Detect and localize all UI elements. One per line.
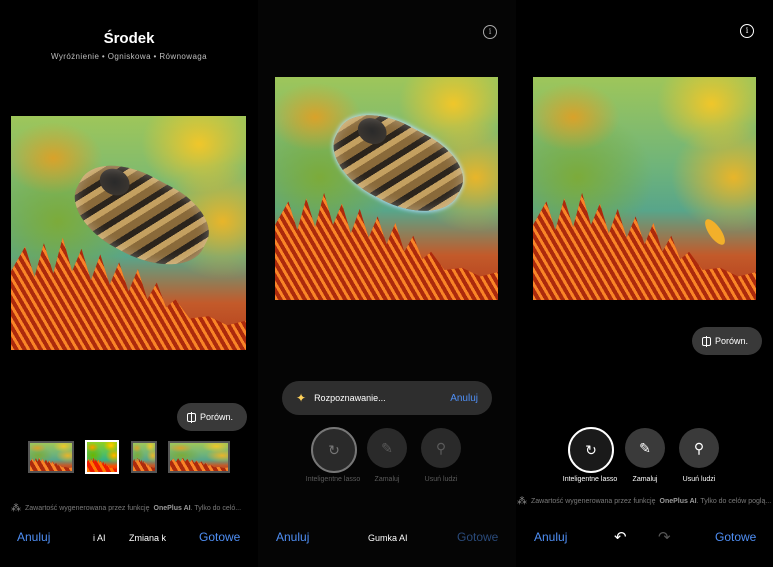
- ai-disclaimer: ⁂ Zawartość wygenerowana przez funkcję O…: [11, 503, 257, 514]
- compare-label: Porówn.: [715, 336, 749, 346]
- remove-people-icon: ⚲: [435, 439, 447, 456]
- screen-title: Gumka AI: [368, 533, 408, 543]
- cancel-button[interactable]: Anuluj: [534, 530, 567, 546]
- paint-over-icon: ✎: [639, 439, 651, 456]
- paint-over-button[interactable]: ✎: [625, 428, 665, 468]
- ai-eraser-recognizing-panel: i ✦ Rozpoznawanie... Anuluj ↻ Inteligent…: [258, 0, 516, 567]
- disclaimer-suffix: . Tylko do celó...: [190, 505, 242, 512]
- ai-sparkle-icon: ⁂: [11, 503, 21, 514]
- remove-people-label: Usuń ludzi: [682, 476, 716, 483]
- recognizing-label: Rozpoznawanie...: [314, 393, 386, 403]
- effect-subtitle: Wyróżnienie • Ogniskowa • Równowaga: [50, 52, 208, 61]
- redo-icon[interactable]: ↷: [658, 528, 671, 546]
- disclaimer-prefix: Zawartość wygenerowana przez funkcję: [531, 498, 656, 505]
- paint-over-label: Zamaluj: [632, 476, 658, 483]
- thumbnail-4[interactable]: [168, 441, 230, 473]
- disclaimer-brand: OnePlus AI: [659, 498, 697, 505]
- paint-over-button[interactable]: ✎: [367, 428, 407, 468]
- smart-lasso-button[interactable]: ↻: [568, 427, 614, 473]
- tab-ai[interactable]: i AI: [93, 533, 106, 549]
- thumbnail-1[interactable]: [28, 441, 74, 473]
- edited-photo: [11, 116, 246, 350]
- source-photo: [275, 77, 498, 300]
- cancel-button[interactable]: Anuluj: [17, 530, 50, 546]
- done-button-disabled[interactable]: Gotowe: [457, 530, 498, 546]
- compare-button[interactable]: Porówn.: [177, 403, 247, 431]
- done-button[interactable]: Gotowe: [199, 530, 240, 546]
- thumbnail-2[interactable]: [85, 440, 119, 474]
- paint-over-icon: ✎: [381, 439, 393, 456]
- ai-eraser-result-panel: i Porówn. ↻ Inteligentne lasso ✎ Zamaluj…: [516, 0, 773, 567]
- smart-lasso-label: Inteligentne lasso: [305, 476, 361, 483]
- effect-title: Środek: [103, 30, 155, 47]
- smart-lasso-icon: ↻: [328, 441, 340, 458]
- remove-people-button[interactable]: ⚲: [421, 428, 461, 468]
- disclaimer-suffix: . Tylko do celów poglą...: [696, 498, 772, 505]
- portrait-effect-panel: Środek Wyróżnienie • Ogniskowa • Równowa…: [0, 0, 258, 567]
- done-button[interactable]: Gotowe: [715, 530, 756, 546]
- info-icon[interactable]: i: [483, 25, 497, 39]
- tab-change[interactable]: Zmiana k: [129, 533, 166, 549]
- compare-icon: [702, 335, 711, 347]
- cancel-button[interactable]: Anuluj: [276, 530, 309, 546]
- ai-disclaimer: ⁂ Zawartość wygenerowana przez funkcję O…: [517, 496, 773, 507]
- remove-people-icon: ⚲: [693, 439, 705, 456]
- recognizing-pill: ✦ Rozpoznawanie... Anuluj: [282, 381, 492, 415]
- undo-icon[interactable]: ↶: [614, 528, 627, 546]
- result-photo: [533, 77, 756, 300]
- compare-button[interactable]: Porówn.: [692, 327, 762, 355]
- remove-people-button[interactable]: ⚲: [679, 428, 719, 468]
- remove-people-label: Usuń ludzi: [424, 476, 458, 483]
- ai-sparkle-icon: ⁂: [517, 496, 527, 507]
- info-icon[interactable]: i: [740, 24, 754, 38]
- paint-over-label: Zamaluj: [374, 476, 400, 483]
- smart-lasso-button[interactable]: ↻: [311, 427, 357, 473]
- ai-sparkle-icon: ✦: [296, 391, 307, 405]
- disclaimer-prefix: Zawartość wygenerowana przez funkcję: [25, 505, 150, 512]
- disclaimer-brand: OnePlus AI: [153, 505, 191, 512]
- compare-label: Porówn.: [200, 412, 234, 422]
- compare-icon: [187, 411, 196, 423]
- cancel-recognize-button[interactable]: Anuluj: [450, 393, 478, 404]
- thumbnail-3[interactable]: [131, 441, 157, 473]
- smart-lasso-label: Inteligentne lasso: [562, 476, 618, 483]
- smart-lasso-icon: ↻: [585, 441, 597, 458]
